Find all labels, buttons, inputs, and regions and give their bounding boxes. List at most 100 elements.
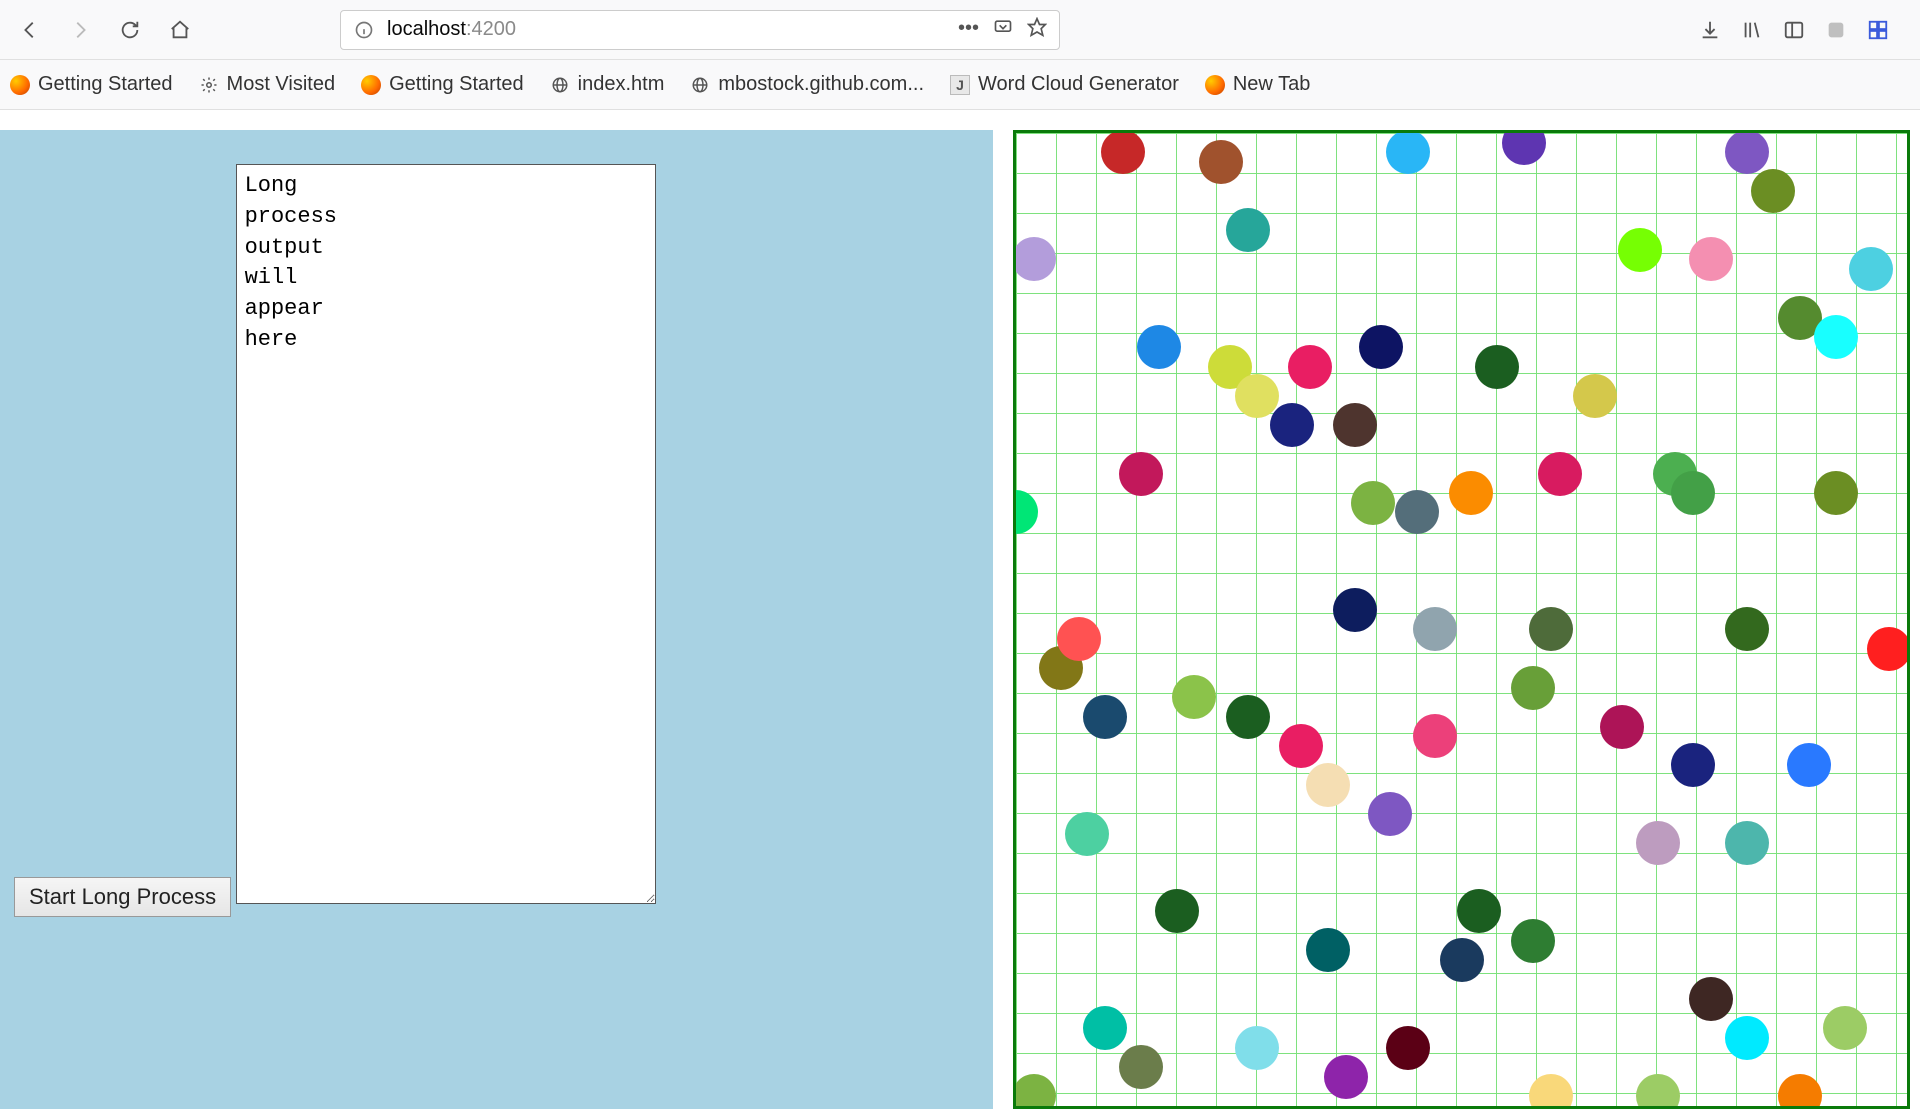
data-circle <box>1235 1026 1279 1070</box>
data-circle <box>1725 607 1769 651</box>
bookmark-item[interactable]: index.htm <box>550 73 665 96</box>
data-circle <box>1751 169 1795 213</box>
data-circle <box>1368 792 1412 836</box>
data-circle <box>1778 1074 1822 1109</box>
page-content: Start Long Process <box>0 110 1920 1109</box>
data-circle <box>1013 237 1056 281</box>
data-circle <box>1449 471 1493 515</box>
data-circle <box>1057 617 1101 661</box>
data-circle <box>1101 130 1145 174</box>
browser-navigation-bar: localhost:4200 ••• <box>0 0 1920 60</box>
bookmark-item[interactable]: Most Visited <box>199 73 336 96</box>
data-circle <box>1867 627 1910 671</box>
data-circle <box>1725 821 1769 865</box>
back-button[interactable] <box>10 10 50 50</box>
left-panel: Start Long Process <box>0 130 993 1109</box>
data-circle <box>1235 374 1279 418</box>
data-circle <box>1333 403 1377 447</box>
data-circle <box>1413 714 1457 758</box>
data-circle <box>1083 1006 1127 1050</box>
data-circle <box>1119 452 1163 496</box>
data-circle <box>1395 490 1439 534</box>
bookmark-item[interactable]: New Tab <box>1205 73 1310 96</box>
data-circle <box>1065 812 1109 856</box>
data-circle <box>1119 1045 1163 1089</box>
bookmark-item[interactable]: Getting Started <box>361 73 524 96</box>
data-circle <box>1279 724 1323 768</box>
address-bar[interactable]: localhost:4200 ••• <box>340 10 1060 50</box>
data-circle <box>1849 247 1893 291</box>
reload-button[interactable] <box>110 10 150 50</box>
forward-button[interactable] <box>60 10 100 50</box>
data-circle <box>1351 481 1395 525</box>
bookmark-label: mbostock.github.com... <box>718 73 924 96</box>
data-circle <box>1137 325 1181 369</box>
data-circle <box>1573 374 1617 418</box>
data-circle <box>1306 763 1350 807</box>
extension-icon-1[interactable] <box>1824 18 1848 42</box>
globe-icon <box>690 75 710 95</box>
pocket-icon[interactable] <box>993 17 1013 43</box>
firefox-icon <box>361 75 381 95</box>
bookmark-label: Most Visited <box>227 73 336 96</box>
data-circle <box>1226 695 1270 739</box>
data-circle <box>1155 889 1199 933</box>
data-circle <box>1324 1055 1368 1099</box>
circles-layer <box>1016 133 1907 1106</box>
data-circle <box>1787 743 1831 787</box>
data-circle <box>1600 705 1644 749</box>
visualization-panel <box>1013 130 1910 1109</box>
downloads-icon[interactable] <box>1698 18 1722 42</box>
data-circle <box>1386 130 1430 174</box>
data-circle <box>1689 977 1733 1021</box>
data-circle <box>1270 403 1314 447</box>
process-output-textarea[interactable] <box>236 164 656 904</box>
data-circle <box>1511 919 1555 963</box>
bookmark-star-icon[interactable] <box>1027 17 1047 43</box>
data-circle <box>1172 675 1216 719</box>
bookmark-label: index.htm <box>578 73 665 96</box>
data-circle <box>1823 1006 1867 1050</box>
firefox-icon <box>1205 75 1225 95</box>
data-circle <box>1083 695 1127 739</box>
data-circle <box>1636 1074 1680 1109</box>
toolbar-right <box>1698 18 1910 42</box>
data-circle <box>1618 228 1662 272</box>
bookmark-label: Word Cloud Generator <box>978 73 1179 96</box>
bookmark-label: New Tab <box>1233 73 1310 96</box>
data-circle <box>1689 237 1733 281</box>
data-circle <box>1288 345 1332 389</box>
sidebar-icon[interactable] <box>1782 18 1806 42</box>
data-circle <box>1636 821 1680 865</box>
data-circle <box>1529 607 1573 651</box>
bookmark-item[interactable]: Getting Started <box>10 73 173 96</box>
library-icon[interactable] <box>1740 18 1764 42</box>
data-circle <box>1725 1016 1769 1060</box>
firefox-icon <box>10 75 30 95</box>
data-circle <box>1306 928 1350 972</box>
home-button[interactable] <box>160 10 200 50</box>
data-circle <box>1671 471 1715 515</box>
data-circle <box>1529 1074 1573 1109</box>
data-circle <box>1333 588 1377 632</box>
bookmark-item[interactable]: J Word Cloud Generator <box>950 73 1179 96</box>
data-circle <box>1725 130 1769 174</box>
letter-j-icon: J <box>950 75 970 95</box>
site-info-icon[interactable] <box>353 19 375 41</box>
start-long-process-button[interactable]: Start Long Process <box>14 877 231 917</box>
page-actions-icon[interactable]: ••• <box>958 17 979 43</box>
data-circle <box>1814 315 1858 359</box>
data-circle <box>1538 452 1582 496</box>
bookmark-item[interactable]: mbostock.github.com... <box>690 73 924 96</box>
extension-icon-2[interactable] <box>1866 18 1890 42</box>
data-circle <box>1013 1074 1056 1109</box>
data-circle <box>1457 889 1501 933</box>
url-host: localhost:4200 <box>387 18 516 41</box>
gear-icon <box>199 75 219 95</box>
data-circle <box>1013 490 1038 534</box>
data-circle <box>1671 743 1715 787</box>
data-circle <box>1359 325 1403 369</box>
data-circle <box>1475 345 1519 389</box>
data-circle <box>1199 140 1243 184</box>
globe-icon <box>550 75 570 95</box>
